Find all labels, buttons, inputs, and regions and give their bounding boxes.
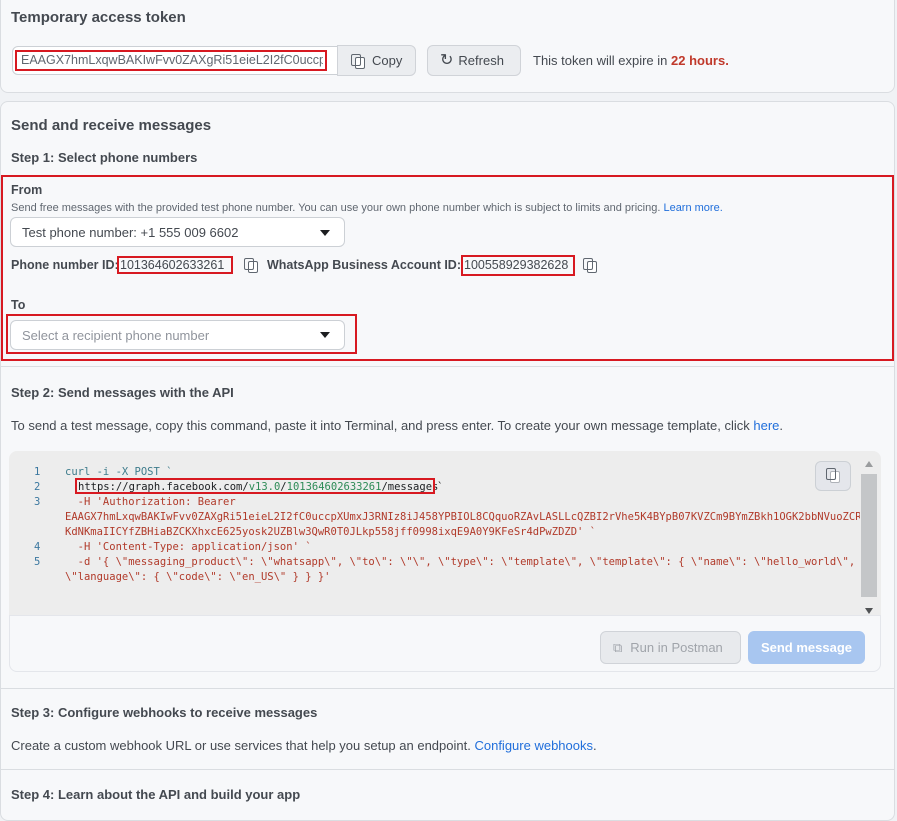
phone-id-highlight — [117, 256, 233, 274]
copy-icon — [826, 468, 840, 483]
code-line: -H 'Authorization: Bearer — [65, 496, 236, 508]
copy-phone-id-icon[interactable] — [243, 258, 258, 273]
line-number: 1 — [34, 466, 41, 478]
to-label: To — [11, 298, 26, 312]
step4-title: Step 4: Learn about the API and build yo… — [11, 787, 301, 802]
copy-icon — [351, 53, 365, 69]
code-line: KdNKmaIICYfZBHiaBZCKXhxcE625yosk2UZBlw3Q… — [65, 526, 597, 538]
code-line: \"language\": { \"code\": \"en_US\" } } … — [65, 571, 331, 583]
from-caret-icon — [320, 230, 330, 236]
code-line: EAAGX7hmLxqwBAKIwFvv0ZAXgRi51eieL2I2fC0u… — [65, 511, 860, 523]
line-number: 3 — [34, 496, 41, 508]
url-highlight — [75, 478, 435, 494]
to-highlight — [6, 314, 357, 354]
copy-waba-icon[interactable] — [582, 258, 597, 273]
here-link[interactable]: here — [753, 418, 779, 433]
code-line: -H 'Content-Type: application/json' ` — [65, 541, 312, 553]
code-line: ` — [437, 481, 444, 493]
send-title: Send and receive messages — [11, 117, 212, 134]
configure-webhooks-link[interactable]: Configure webhooks — [474, 738, 593, 753]
copy-button[interactable]: Copy — [337, 45, 416, 76]
scroll-up-icon[interactable] — [865, 461, 873, 467]
copy-label: Copy — [372, 53, 403, 68]
divider — [0, 366, 895, 367]
code-line: -d '{ \"messaging_product\": \"whatsapp\… — [65, 556, 856, 568]
from-description: Send free messages with the provided tes… — [11, 202, 723, 214]
step2-description: To send a test message, copy this comman… — [11, 418, 784, 433]
line-number: 2 — [34, 481, 41, 493]
divider — [0, 688, 895, 689]
code-scrollbar[interactable] — [861, 474, 877, 597]
scroll-down-icon[interactable] — [865, 608, 873, 614]
expire-value: 22 hours. — [671, 53, 729, 68]
phone-id-label: Phone number ID: — [11, 258, 119, 272]
learn-more-link[interactable]: Learn more. — [663, 202, 722, 214]
token-title: Temporary access token — [11, 9, 186, 26]
waba-highlight — [461, 255, 575, 276]
step1-title: Step 1: Select phone numbers — [11, 150, 198, 165]
send-message-button[interactable]: Send message — [748, 631, 865, 664]
run-in-postman-button[interactable]: ⧉ Run in Postman — [600, 631, 741, 664]
token-highlight — [15, 50, 327, 71]
postman-label: Run in Postman — [630, 640, 723, 655]
line-number: 5 — [34, 556, 41, 568]
step3-title: Step 3: Configure webhooks to receive me… — [11, 705, 318, 720]
code-line: curl -i -X POST ` — [65, 466, 173, 478]
external-link-icon: ⧉ — [613, 639, 623, 655]
from-select[interactable]: Test phone number: +1 555 009 6602 — [10, 217, 345, 247]
refresh-label: Refresh — [458, 53, 504, 68]
line-number: 4 — [34, 541, 41, 553]
refresh-icon: ↻ — [440, 51, 454, 69]
step2-title: Step 2: Send messages with the API — [11, 385, 234, 400]
step3-description: Create a custom webhook URL or use servi… — [11, 738, 597, 753]
send-label: Send message — [760, 640, 853, 655]
from-label: From — [11, 183, 43, 197]
refresh-button[interactable]: ↻ Refresh — [427, 45, 521, 76]
from-select-value: Test phone number: +1 555 009 6602 — [22, 224, 239, 240]
divider — [0, 769, 895, 770]
expire-note: This token will expire in 22 hours. — [533, 53, 729, 68]
copy-code-button[interactable] — [815, 461, 851, 491]
waba-label: WhatsApp Business Account ID: — [267, 258, 461, 272]
